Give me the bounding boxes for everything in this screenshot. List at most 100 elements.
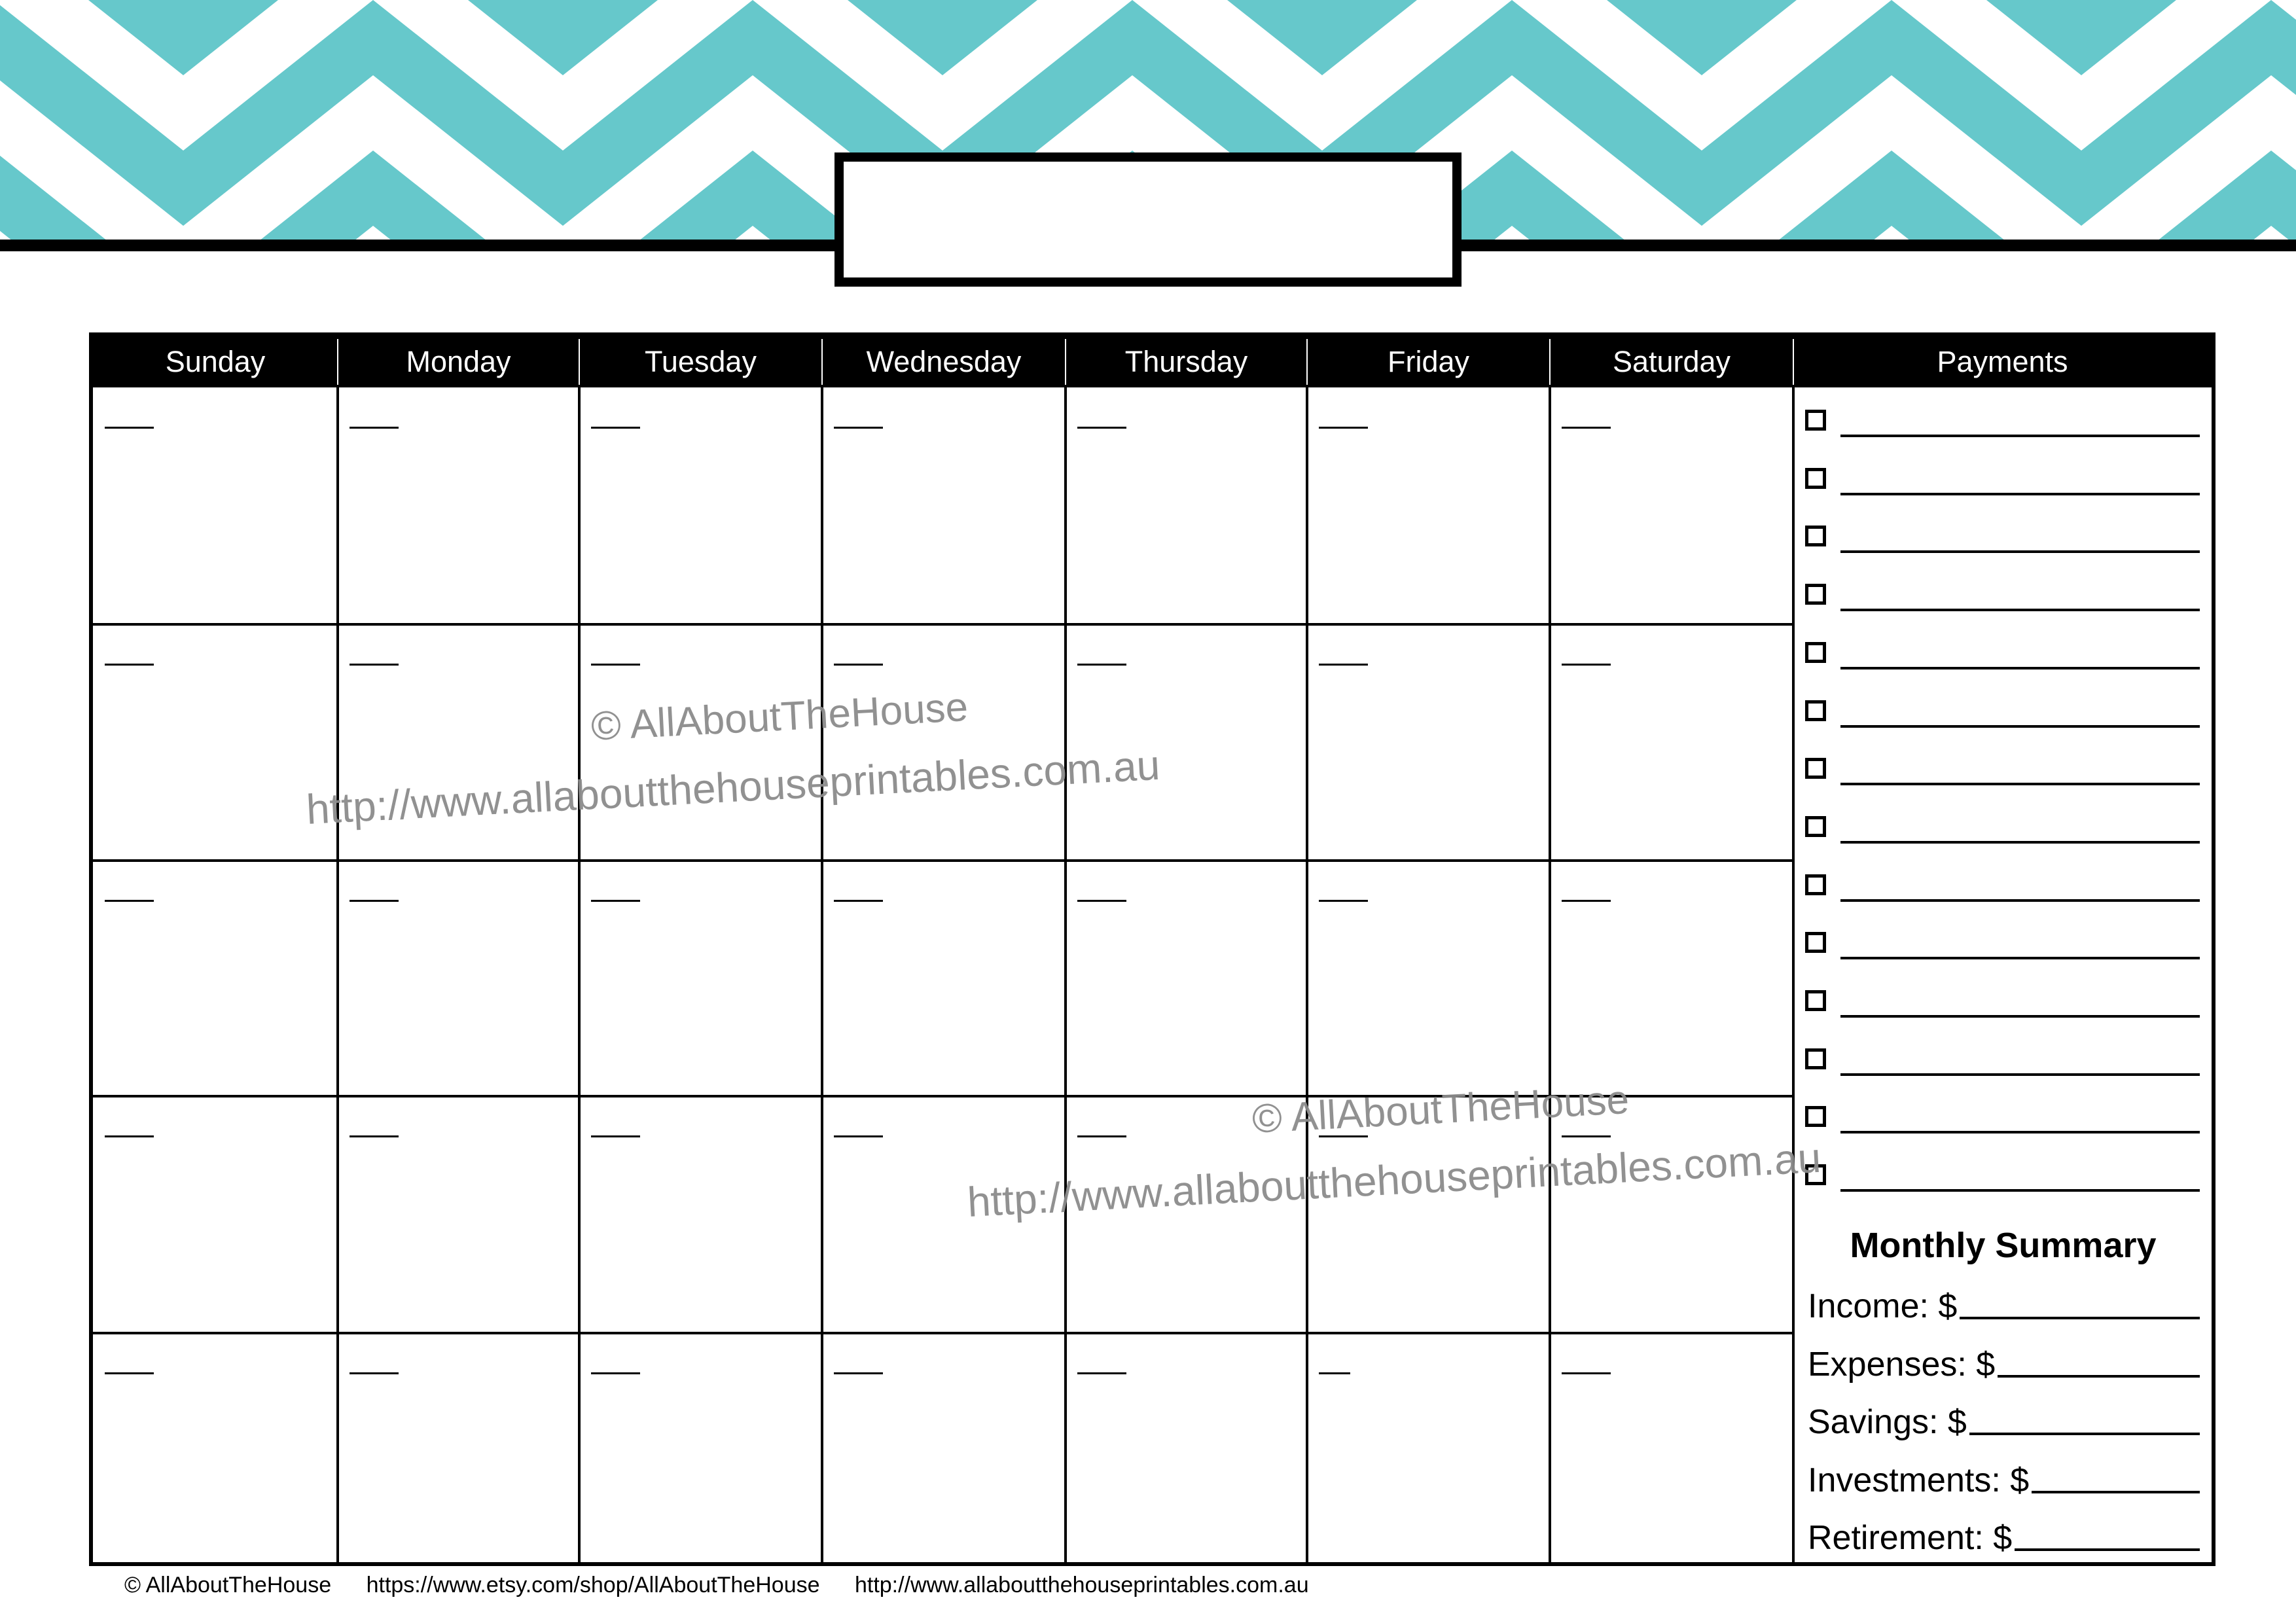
- header-divider: [1065, 339, 1066, 385]
- day-number-placeholder: [1077, 900, 1126, 902]
- day-header-friday: Friday: [1387, 345, 1470, 378]
- summary-amount-line[interactable]: [1998, 1374, 2200, 1378]
- payment-item: [1795, 576, 2212, 633]
- day-cell[interactable]: [94, 1334, 336, 1565]
- checkbox[interactable]: [1805, 700, 1826, 721]
- month-title-box[interactable]: [834, 152, 1462, 287]
- day-number-placeholder: [105, 1135, 154, 1137]
- payment-entry-line[interactable]: [1840, 1073, 2200, 1076]
- summary-amount-line[interactable]: [2015, 1548, 2200, 1551]
- day-number-placeholder: [1319, 1372, 1350, 1374]
- checkbox[interactable]: [1805, 874, 1826, 895]
- summary-row-retirement: Retirement: $: [1808, 1503, 2200, 1558]
- summary-amount-line[interactable]: [2032, 1490, 2200, 1493]
- day-cell[interactable]: [1308, 626, 1549, 859]
- day-number-placeholder: [834, 427, 883, 429]
- day-cell[interactable]: [339, 389, 578, 623]
- payment-entry-line[interactable]: [1840, 492, 2200, 495]
- payment-entry-line[interactable]: [1840, 899, 2200, 902]
- day-cell[interactable]: [339, 862, 578, 1095]
- payment-entry-line[interactable]: [1840, 666, 2200, 669]
- checkbox[interactable]: [1805, 932, 1826, 954]
- payment-entry-line[interactable]: [1840, 957, 2200, 960]
- day-number-placeholder: [834, 1372, 883, 1374]
- checkbox[interactable]: [1805, 815, 1826, 837]
- checkbox[interactable]: [1805, 1048, 1826, 1069]
- day-cell[interactable]: [581, 1097, 821, 1332]
- day-cell[interactable]: [581, 389, 821, 623]
- day-cell[interactable]: [1067, 862, 1306, 1095]
- day-cell[interactable]: [581, 1334, 821, 1565]
- payment-item: [1795, 924, 2212, 982]
- payment-entry-line[interactable]: [1840, 435, 2200, 437]
- calendar-header-row: Sunday Monday Tuesday Wednesday Thursday Frid…: [93, 336, 2212, 387]
- day-cell[interactable]: [823, 389, 1064, 623]
- day-cell[interactable]: [1551, 389, 1792, 623]
- checkbox[interactable]: [1805, 758, 1826, 779]
- day-header-monday: Monday: [406, 345, 511, 378]
- day-cell[interactable]: [1067, 1334, 1306, 1565]
- day-number-placeholder: [591, 900, 640, 902]
- calendar-grid: Sunday Monday Tuesday Wednesday Thursday Frid…: [89, 332, 2215, 1566]
- payment-entry-line[interactable]: [1840, 550, 2200, 554]
- day-header-tuesday: Tuesday: [645, 345, 757, 378]
- day-cell[interactable]: [94, 1097, 336, 1332]
- header-divider: [337, 339, 338, 385]
- day-number-placeholder: [1562, 900, 1611, 902]
- summary-amount-line[interactable]: [1969, 1433, 2200, 1435]
- checkbox[interactable]: [1805, 410, 1826, 431]
- day-cell[interactable]: [1067, 626, 1306, 859]
- day-header-thursday: Thursday: [1124, 345, 1248, 378]
- payment-entry-line[interactable]: [1840, 609, 2200, 612]
- day-cell[interactable]: [1551, 1334, 1792, 1565]
- day-cell[interactable]: [823, 1334, 1064, 1565]
- summary-label: Income: $: [1808, 1287, 1958, 1325]
- day-number-placeholder: [350, 664, 399, 666]
- day-cell[interactable]: [1551, 1097, 1792, 1332]
- checkbox[interactable]: [1805, 467, 1826, 489]
- checkbox[interactable]: [1805, 1106, 1826, 1128]
- summary-label: Investments: $: [1808, 1461, 2030, 1499]
- summary-amount-line[interactable]: [1960, 1317, 2200, 1319]
- payment-entry-line[interactable]: [1840, 1015, 2200, 1018]
- day-cell[interactable]: [339, 1097, 578, 1332]
- day-cell[interactable]: [823, 862, 1064, 1095]
- checkbox[interactable]: [1805, 584, 1826, 605]
- footer-website-link[interactable]: http://www.allaboutthehouseprintables.co…: [855, 1573, 1309, 1597]
- day-number-placeholder: [834, 1135, 883, 1137]
- footer: © AllAboutTheHouse https://www.etsy.com/…: [124, 1573, 1338, 1598]
- day-cell[interactable]: [94, 389, 336, 623]
- payment-entry-line[interactable]: [1840, 1131, 2200, 1134]
- day-cell[interactable]: [823, 626, 1064, 859]
- payment-item: [1795, 518, 2212, 575]
- day-cell[interactable]: [1308, 1334, 1549, 1565]
- payment-entry-line[interactable]: [1840, 783, 2200, 786]
- day-number-placeholder: [1319, 900, 1368, 902]
- day-cell[interactable]: [1551, 862, 1792, 1095]
- day-cell[interactable]: [1067, 389, 1306, 623]
- summary-label: Retirement: $: [1808, 1519, 2013, 1557]
- checkbox[interactable]: [1805, 526, 1826, 547]
- day-number-placeholder: [105, 1372, 154, 1374]
- checkbox[interactable]: [1805, 990, 1826, 1011]
- day-cell[interactable]: [1308, 862, 1549, 1095]
- day-cell[interactable]: [1551, 626, 1792, 859]
- payment-entry-line[interactable]: [1840, 724, 2200, 728]
- payments-panel: Monthly Summary Income: $ Expenses: $ Savin…: [1795, 387, 2212, 1566]
- checkbox[interactable]: [1805, 641, 1826, 663]
- day-cell[interactable]: [339, 1334, 578, 1565]
- day-number-placeholder: [591, 427, 640, 429]
- day-cell[interactable]: [94, 862, 336, 1095]
- payment-entry-line[interactable]: [1840, 840, 2200, 844]
- day-number-placeholder: [350, 900, 399, 902]
- day-number-placeholder: [1562, 427, 1611, 429]
- payment-item: [1795, 866, 2212, 924]
- day-cell[interactable]: [1308, 389, 1549, 623]
- day-cell[interactable]: [94, 626, 336, 859]
- day-number-placeholder: [350, 1372, 399, 1374]
- header-divider: [1306, 339, 1308, 385]
- footer-etsy-link[interactable]: https://www.etsy.com/shop/AllAboutTheHou…: [367, 1573, 820, 1597]
- payment-item: [1795, 750, 2212, 808]
- payment-entry-line[interactable]: [1840, 1189, 2200, 1192]
- day-cell[interactable]: [581, 862, 821, 1095]
